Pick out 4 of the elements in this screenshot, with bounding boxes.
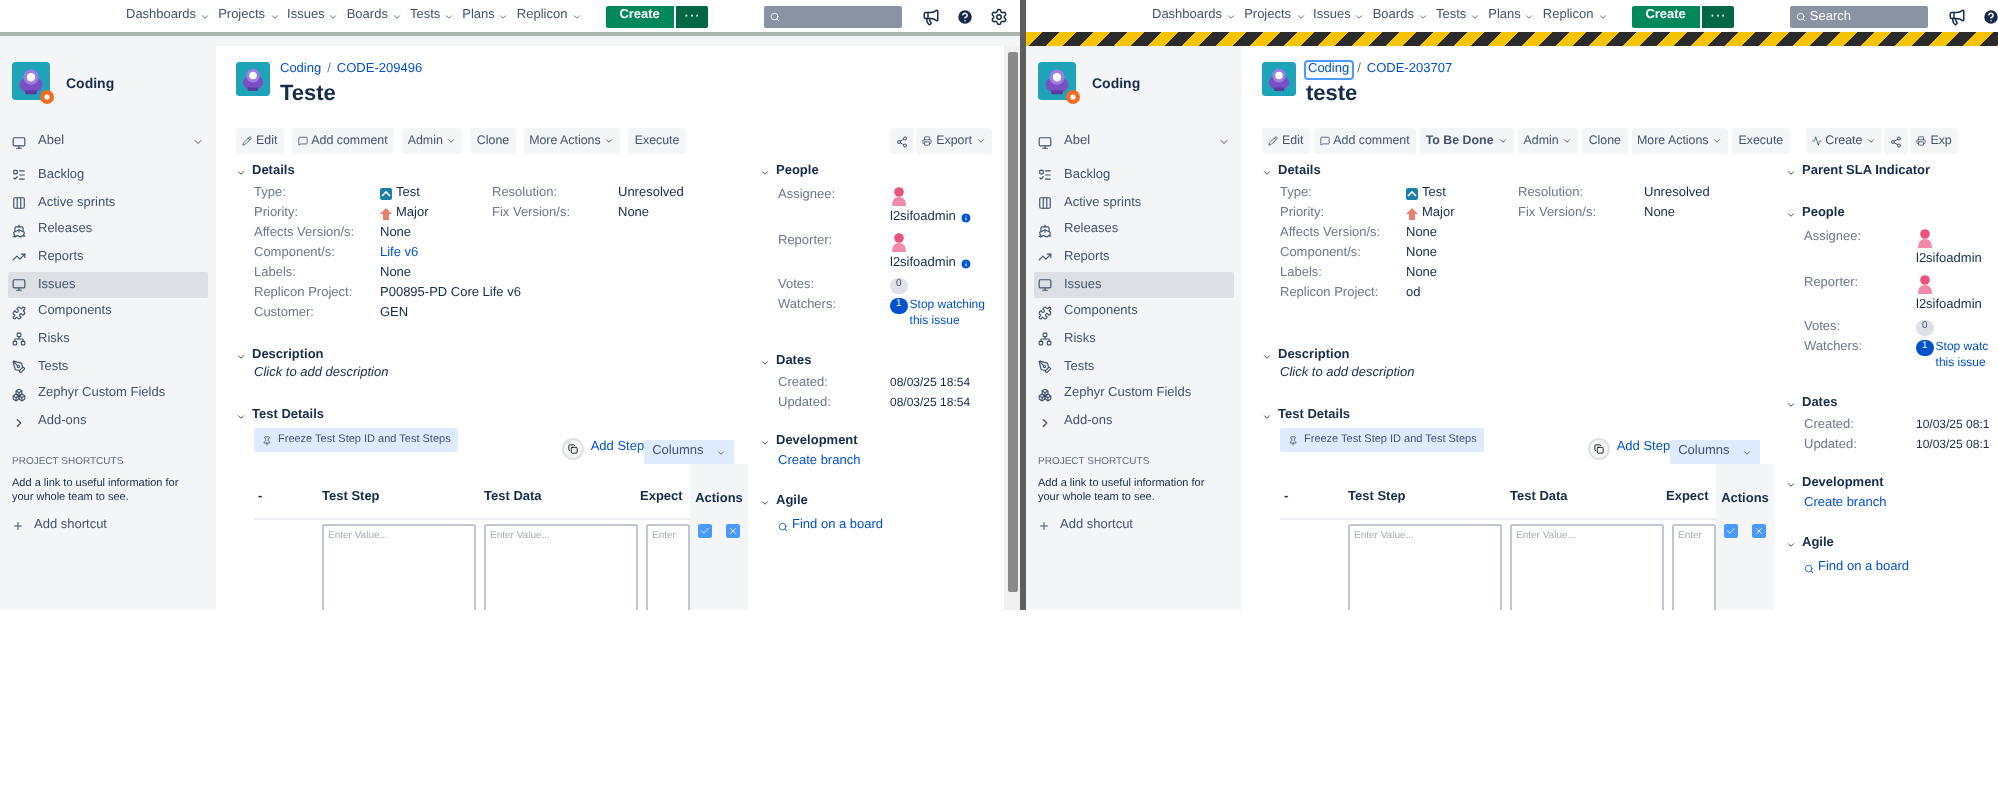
more-button[interactable]: ··· (1701, 5, 1734, 27)
more-button[interactable]: ··· (675, 5, 708, 27)
issue-title: teste (1306, 80, 1360, 108)
issue-title: Teste (280, 80, 338, 108)
